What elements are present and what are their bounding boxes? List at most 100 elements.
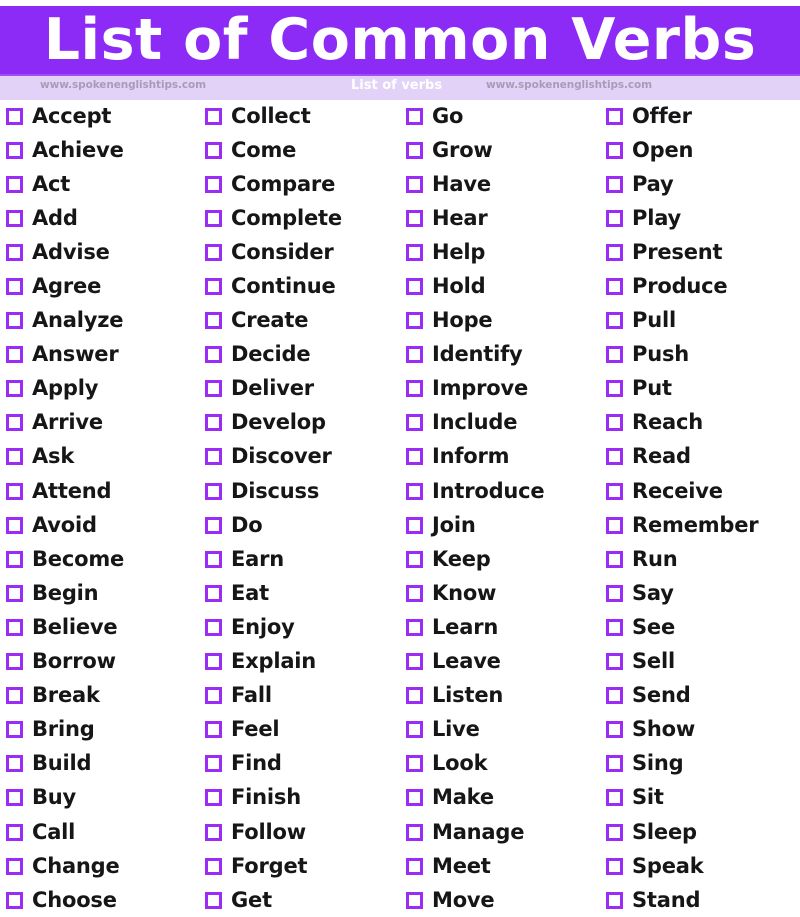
- verb-checklist-item[interactable]: Send: [606, 679, 800, 713]
- verb-checklist-item[interactable]: Do: [205, 508, 399, 542]
- checkbox-icon[interactable]: [406, 278, 428, 301]
- verb-checklist-item[interactable]: Develop: [205, 406, 399, 440]
- verb-checklist-item[interactable]: Remember: [606, 508, 800, 542]
- checkbox-icon[interactable]: [406, 721, 428, 744]
- checkbox-icon[interactable]: [205, 209, 227, 232]
- checkbox-icon[interactable]: [6, 209, 28, 232]
- verb-checklist-item[interactable]: Receive: [606, 474, 800, 508]
- checkbox-icon[interactable]: [606, 482, 628, 505]
- verb-checklist-item[interactable]: Look: [406, 747, 600, 781]
- checkbox-icon[interactable]: [406, 584, 428, 607]
- verb-checklist-item[interactable]: Enjoy: [205, 610, 399, 644]
- checkbox-icon[interactable]: [6, 448, 28, 471]
- checkbox-icon[interactable]: [205, 653, 227, 676]
- checkbox-icon[interactable]: [406, 312, 428, 335]
- checkbox-icon[interactable]: [606, 516, 628, 539]
- checkbox-icon[interactable]: [205, 278, 227, 301]
- checkbox-icon[interactable]: [606, 653, 628, 676]
- verb-checklist-item[interactable]: See: [606, 610, 800, 644]
- checkbox-icon[interactable]: [406, 550, 428, 573]
- checkbox-icon[interactable]: [205, 721, 227, 744]
- verb-checklist-item[interactable]: Include: [406, 406, 600, 440]
- verb-checklist-item[interactable]: Improve: [406, 372, 600, 406]
- checkbox-icon[interactable]: [6, 380, 28, 403]
- verb-checklist-item[interactable]: Discover: [205, 440, 399, 474]
- verb-checklist-item[interactable]: Believe: [6, 610, 200, 644]
- verb-checklist-item[interactable]: Stand: [606, 883, 800, 917]
- verb-checklist-item[interactable]: Advise: [6, 235, 200, 269]
- checkbox-icon[interactable]: [606, 550, 628, 573]
- verb-checklist-item[interactable]: Compare: [205, 167, 399, 201]
- verb-checklist-item[interactable]: Open: [606, 133, 800, 167]
- checkbox-icon[interactable]: [205, 107, 227, 130]
- verb-checklist-item[interactable]: Put: [606, 372, 800, 406]
- verb-checklist-item[interactable]: Finish: [205, 781, 399, 815]
- verb-checklist-item[interactable]: Speak: [606, 849, 800, 883]
- checkbox-icon[interactable]: [406, 448, 428, 471]
- verb-checklist-item[interactable]: Change: [6, 849, 200, 883]
- checkbox-icon[interactable]: [606, 687, 628, 710]
- checkbox-icon[interactable]: [205, 891, 227, 914]
- verb-checklist-item[interactable]: Attend: [6, 474, 200, 508]
- verb-checklist-item[interactable]: Follow: [205, 815, 399, 849]
- verb-checklist-item[interactable]: Eat: [205, 576, 399, 610]
- verb-checklist-item[interactable]: Pull: [606, 304, 800, 338]
- checkbox-icon[interactable]: [406, 653, 428, 676]
- verb-checklist-item[interactable]: Become: [6, 542, 200, 576]
- checkbox-icon[interactable]: [6, 618, 28, 641]
- checkbox-icon[interactable]: [606, 721, 628, 744]
- checkbox-icon[interactable]: [6, 278, 28, 301]
- verb-checklist-item[interactable]: Keep: [406, 542, 600, 576]
- checkbox-icon[interactable]: [406, 823, 428, 846]
- checkbox-icon[interactable]: [205, 448, 227, 471]
- verb-checklist-item[interactable]: Sell: [606, 645, 800, 679]
- checkbox-icon[interactable]: [406, 346, 428, 369]
- verb-checklist-item[interactable]: Manage: [406, 815, 600, 849]
- verb-checklist-item[interactable]: Push: [606, 338, 800, 372]
- verb-checklist-item[interactable]: Reach: [606, 406, 800, 440]
- checkbox-icon[interactable]: [606, 243, 628, 266]
- checkbox-icon[interactable]: [6, 346, 28, 369]
- verb-checklist-item[interactable]: Identify: [406, 338, 600, 372]
- verb-checklist-item[interactable]: Come: [205, 133, 399, 167]
- verb-checklist-item[interactable]: Join: [406, 508, 600, 542]
- verb-checklist-item[interactable]: Earn: [205, 542, 399, 576]
- verb-checklist-item[interactable]: Complete: [205, 201, 399, 235]
- verb-checklist-item[interactable]: Sit: [606, 781, 800, 815]
- checkbox-icon[interactable]: [6, 687, 28, 710]
- verb-checklist-item[interactable]: Meet: [406, 849, 600, 883]
- verb-checklist-item[interactable]: Present: [606, 235, 800, 269]
- verb-checklist-item[interactable]: Find: [205, 747, 399, 781]
- verb-checklist-item[interactable]: Explain: [205, 645, 399, 679]
- checkbox-icon[interactable]: [406, 618, 428, 641]
- verb-checklist-item[interactable]: Inform: [406, 440, 600, 474]
- checkbox-icon[interactable]: [205, 550, 227, 573]
- checkbox-icon[interactable]: [205, 516, 227, 539]
- verb-checklist-item[interactable]: Buy: [6, 781, 200, 815]
- verb-checklist-item[interactable]: Begin: [6, 576, 200, 610]
- checkbox-icon[interactable]: [606, 209, 628, 232]
- checkbox-icon[interactable]: [606, 584, 628, 607]
- verb-checklist-item[interactable]: Produce: [606, 269, 800, 303]
- verb-checklist-item[interactable]: Agree: [6, 269, 200, 303]
- checkbox-icon[interactable]: [606, 618, 628, 641]
- verb-checklist-item[interactable]: Act: [6, 167, 200, 201]
- verb-checklist-item[interactable]: Grow: [406, 133, 600, 167]
- checkbox-icon[interactable]: [406, 209, 428, 232]
- verb-checklist-item[interactable]: Build: [6, 747, 200, 781]
- verb-checklist-item[interactable]: Deliver: [205, 372, 399, 406]
- verb-checklist-item[interactable]: Leave: [406, 645, 600, 679]
- verb-checklist-item[interactable]: Create: [205, 304, 399, 338]
- checkbox-icon[interactable]: [6, 107, 28, 130]
- checkbox-icon[interactable]: [205, 414, 227, 437]
- checkbox-icon[interactable]: [606, 414, 628, 437]
- checkbox-icon[interactable]: [6, 312, 28, 335]
- verb-checklist-item[interactable]: Introduce: [406, 474, 600, 508]
- verb-checklist-item[interactable]: Have: [406, 167, 600, 201]
- checkbox-icon[interactable]: [205, 755, 227, 778]
- verb-checklist-item[interactable]: Continue: [205, 269, 399, 303]
- checkbox-icon[interactable]: [205, 175, 227, 198]
- checkbox-icon[interactable]: [6, 482, 28, 505]
- checkbox-icon[interactable]: [6, 721, 28, 744]
- verb-checklist-item[interactable]: Pay: [606, 167, 800, 201]
